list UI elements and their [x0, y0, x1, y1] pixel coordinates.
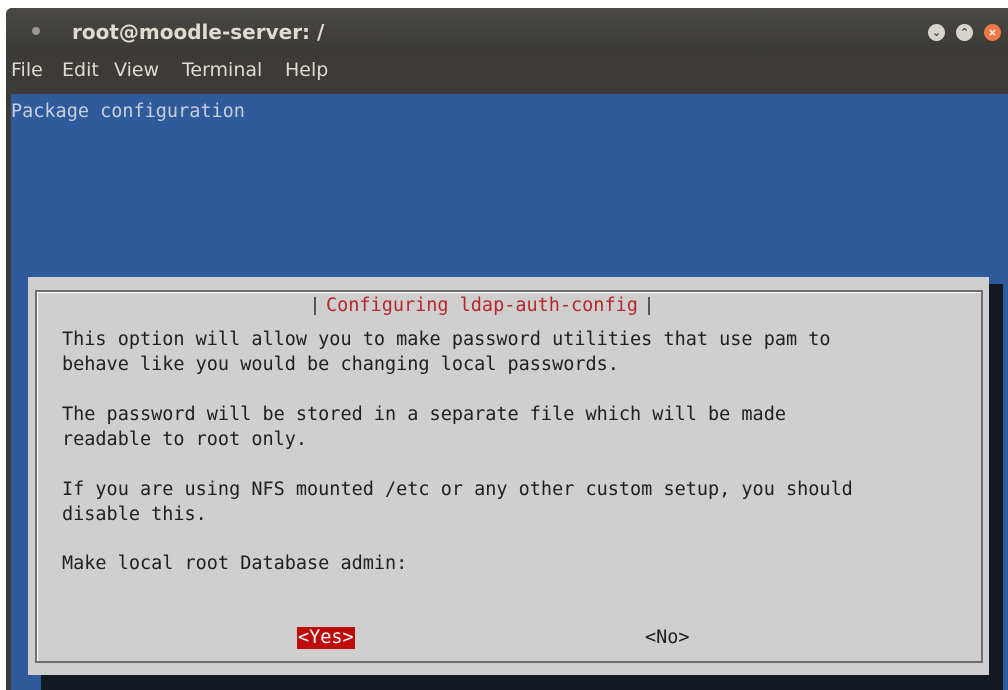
dialog-paragraph-3: If you are using NFS mounted /etc or any… [62, 479, 853, 525]
terminal-heading: Package configuration [11, 101, 245, 122]
dialog-paragraph-1: This option will allow you to make passw… [62, 329, 831, 375]
menu-help[interactable]: Help [285, 59, 328, 81]
config-dialog: Configuring ldap-auth-config This option… [28, 277, 989, 675]
dialog-prompt: Make local root Database admin: [62, 553, 408, 574]
menu-bar: File Edit View Terminal Help [6, 54, 1008, 91]
minimize-button[interactable]: ⌄ [928, 24, 945, 41]
menu-view[interactable]: View [114, 59, 159, 81]
menu-file[interactable]: File [11, 59, 43, 81]
terminal-window: root@moodle-server: / ⌄ ⌃ × File Edit Vi… [6, 8, 1008, 690]
terminal-area[interactable]: Package configuration Configuring ldap-a… [11, 94, 1008, 690]
menu-terminal[interactable]: Terminal [182, 59, 262, 81]
dialog-title: Configuring ldap-auth-config [314, 293, 650, 321]
close-icon: × [987, 26, 998, 39]
window-title: root@moodle-server: / [72, 20, 325, 44]
window-menu-icon[interactable] [32, 27, 40, 35]
chevron-down-icon: ⌄ [931, 26, 942, 39]
chevron-up-icon: ⌃ [959, 26, 970, 39]
maximize-button[interactable]: ⌃ [956, 24, 973, 41]
dialog-frame: Configuring ldap-auth-config This option… [35, 290, 983, 663]
dialog-paragraph-2: The password will be stored in a separat… [62, 404, 786, 450]
yes-button[interactable]: <Yes> [297, 627, 355, 649]
no-button[interactable]: <No> [645, 627, 690, 649]
menu-edit[interactable]: Edit [62, 59, 99, 81]
title-bar[interactable]: root@moodle-server: / ⌄ ⌃ × [6, 8, 1008, 54]
close-button[interactable]: × [984, 24, 1001, 41]
